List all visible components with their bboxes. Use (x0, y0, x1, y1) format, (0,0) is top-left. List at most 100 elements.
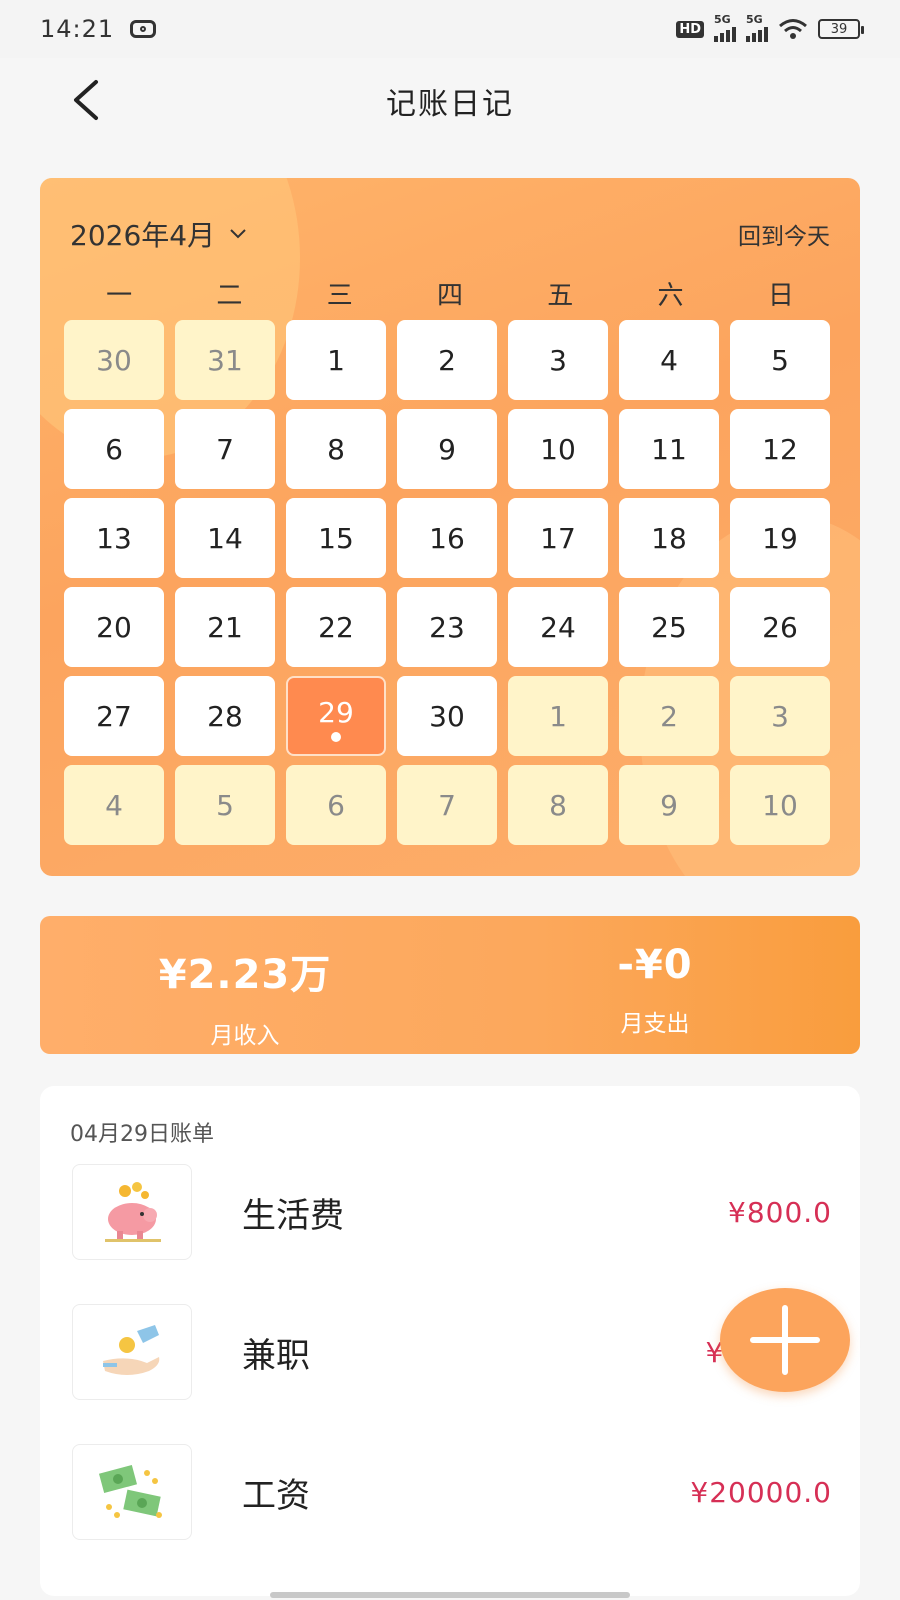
calendar-day[interactable]: 30 (397, 676, 497, 756)
calendar-day[interactable]: 22 (286, 587, 386, 667)
network-type-label: 5G (746, 12, 763, 26)
day-number: 2 (660, 699, 678, 733)
day-number: 5 (216, 788, 234, 822)
calendar-day[interactable]: 8 (508, 765, 608, 845)
calendar-day[interactable]: 9 (397, 409, 497, 489)
calendar-day[interactable]: 17 (508, 498, 608, 578)
calendar-day[interactable]: 8 (286, 409, 386, 489)
add-record-button[interactable] (720, 1288, 850, 1392)
calendar-day[interactable]: 24 (508, 587, 608, 667)
calendar-day[interactable]: 1 (508, 676, 608, 756)
day-number: 30 (429, 699, 465, 733)
day-number: 1 (327, 343, 345, 377)
calendar-day[interactable]: 26 (730, 587, 830, 667)
month-selector[interactable]: 2026年4月 (70, 214, 247, 254)
notification-app-icon (130, 20, 157, 38)
calendar-day[interactable]: 10 (508, 409, 608, 489)
bill-amount: ¥800.0 (728, 1195, 832, 1229)
day-number: 4 (660, 343, 678, 377)
day-number: 4 (105, 788, 123, 822)
day-number: 7 (216, 432, 234, 466)
wifi-icon (779, 19, 807, 39)
calendar-day[interactable]: 19 (730, 498, 830, 578)
calendar-day[interactable]: 13 (64, 498, 164, 578)
calendar-day[interactable]: 6 (286, 765, 386, 845)
expense-value: -¥0 (617, 942, 693, 988)
plus-icon (750, 1305, 820, 1375)
income-label: 月收入 (210, 1023, 280, 1049)
cash-money-icon (72, 1444, 192, 1540)
calendar-day[interactable]: 25 (619, 587, 719, 667)
calendar-day[interactable]: 6 (64, 409, 164, 489)
calendar-day[interactable]: 9 (619, 765, 719, 845)
calendar-day[interactable]: 27 (64, 676, 164, 756)
calendar-day[interactable]: 5 (730, 320, 830, 400)
network-type-label: 5G (714, 12, 731, 26)
bill-category-name: 兼职 (242, 1335, 310, 1376)
status-time: 14:21 (40, 15, 115, 43)
day-number: 18 (651, 521, 687, 555)
calendar-day-selected[interactable]: 29 (286, 676, 386, 756)
back-to-today-button[interactable]: 回到今天 (738, 217, 830, 251)
day-number: 14 (207, 521, 243, 555)
day-number: 26 (762, 610, 798, 644)
day-number: 10 (762, 788, 798, 822)
calendar-day[interactable]: 11 (619, 409, 719, 489)
bill-item[interactable]: 兼职 ¥15 (72, 1304, 832, 1400)
calendar-day[interactable]: 5 (175, 765, 275, 845)
calendar-day[interactable]: 14 (175, 498, 275, 578)
calendar-day[interactable]: 2 (397, 320, 497, 400)
day-number: 29 (318, 695, 354, 729)
calendar-card: 2026年4月 回到今天 一二三四五六日 30 31 1 2 3 4 5 6 7 8 9 10 11 12… (40, 178, 860, 876)
calendar-day[interactable]: 4 (619, 320, 719, 400)
day-number: 9 (438, 432, 456, 466)
page-title: 记账日记 (386, 87, 514, 122)
monthly-summary: ¥2.23万 月收入 -¥0 月支出 (40, 916, 860, 1054)
weekday-label: 三 (326, 281, 353, 311)
day-number: 25 (651, 610, 687, 644)
expense-label: 月支出 (620, 1011, 690, 1037)
piggy-bank-icon (72, 1164, 192, 1260)
back-arrow-icon[interactable] (66, 76, 114, 124)
calendar-day[interactable]: 3 (508, 320, 608, 400)
calendar-day[interactable]: 30 (64, 320, 164, 400)
bill-item[interactable]: 工资 ¥20000.0 (72, 1444, 832, 1540)
calendar-day[interactable]: 4 (64, 765, 164, 845)
calendar-day[interactable]: 7 (397, 765, 497, 845)
day-number: 24 (540, 610, 576, 644)
calendar-day[interactable]: 23 (397, 587, 497, 667)
bill-category-name: 生活费 (242, 1195, 344, 1236)
bill-item[interactable]: 生活费 ¥800.0 (72, 1164, 832, 1260)
day-number: 13 (96, 521, 132, 555)
calendar-day[interactable]: 18 (619, 498, 719, 578)
calendar-day[interactable]: 28 (175, 676, 275, 756)
day-number: 27 (96, 699, 132, 733)
weekday-label: 四 (436, 281, 463, 311)
calendar-day[interactable]: 7 (175, 409, 275, 489)
day-number: 7 (438, 788, 456, 822)
calendar-day[interactable]: 15 (286, 498, 386, 578)
bill-list-title: 04月29日账单 (70, 1122, 214, 1147)
day-number: 19 (762, 521, 798, 555)
calendar-day[interactable]: 21 (175, 587, 275, 667)
calendar-day[interactable]: 20 (64, 587, 164, 667)
day-number: 30 (96, 343, 132, 377)
day-number: 6 (327, 788, 345, 822)
signal-icon-sim1: 5G (714, 13, 736, 42)
calendar-day[interactable]: 1 (286, 320, 386, 400)
day-number: 31 (207, 343, 243, 377)
calendar-day[interactable]: 3 (730, 676, 830, 756)
calendar-day[interactable]: 12 (730, 409, 830, 489)
calendar-day[interactable]: 10 (730, 765, 830, 845)
day-number: 23 (429, 610, 465, 644)
day-number: 2 (438, 343, 456, 377)
calendar-day[interactable]: 31 (175, 320, 275, 400)
income-value: ¥2.23万 (158, 952, 332, 998)
day-number: 21 (207, 610, 243, 644)
calendar-day[interactable]: 2 (619, 676, 719, 756)
calendar-day[interactable]: 16 (397, 498, 497, 578)
chevron-down-icon (230, 229, 246, 239)
day-number: 16 (429, 521, 465, 555)
weekday-label: 二 (216, 281, 243, 311)
status-bar: 14:21 HD 5G 5G 39 (0, 0, 900, 58)
